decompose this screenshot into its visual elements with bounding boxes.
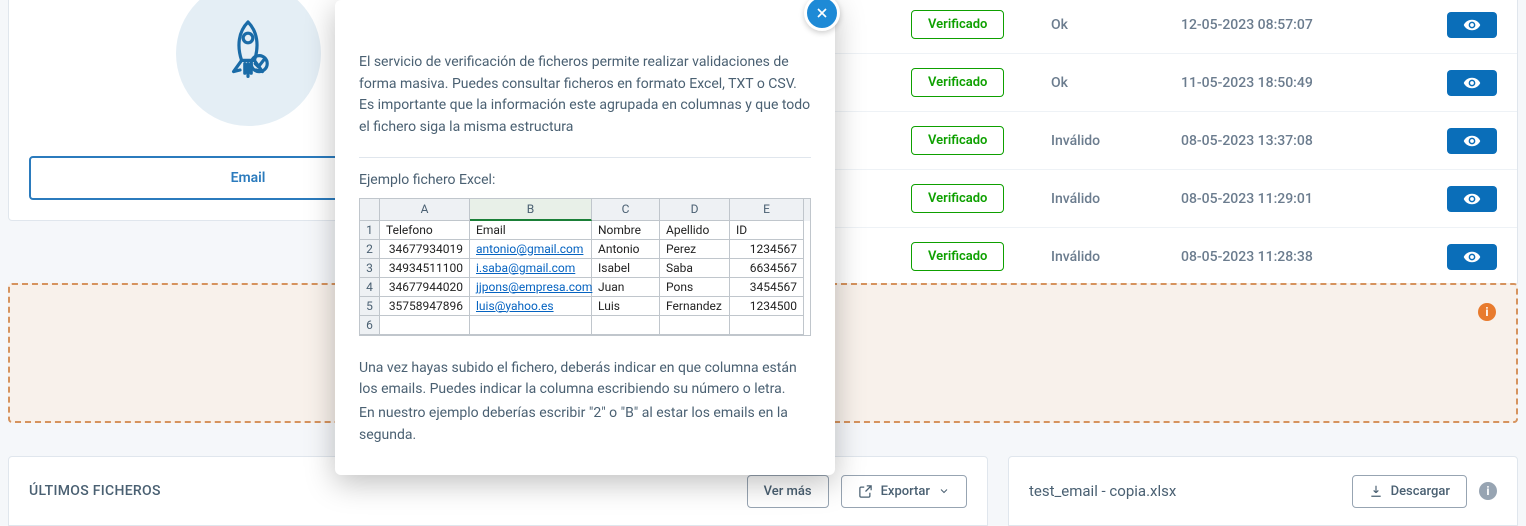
excel-cell-empty bbox=[730, 316, 804, 335]
excel-cell: jjpons@empresa.com bbox=[470, 278, 592, 297]
excel-cell: Apellido bbox=[660, 221, 730, 240]
excel-cell: Isabel bbox=[592, 259, 660, 278]
result-cell: Inválido bbox=[1051, 133, 1181, 149]
excel-cell: 1234500 bbox=[730, 297, 804, 316]
excel-col-header: D bbox=[660, 199, 730, 221]
close-icon bbox=[814, 5, 830, 21]
excel-row-num: 3 bbox=[360, 259, 380, 278]
excel-cell: 35758947896 bbox=[380, 297, 470, 316]
view-button[interactable] bbox=[1447, 186, 1497, 212]
excel-row-num: 6 bbox=[360, 316, 380, 335]
excel-cell: Antonio bbox=[592, 240, 660, 259]
excel-cell-empty bbox=[470, 316, 592, 335]
ver-mas-button[interactable]: Ver más bbox=[747, 475, 829, 508]
excel-row-num: 2 bbox=[360, 240, 380, 259]
view-button[interactable] bbox=[1447, 12, 1497, 38]
eye-icon bbox=[1463, 190, 1481, 208]
excel-cell: Nombre bbox=[592, 221, 660, 240]
status-badge: Verificado bbox=[911, 126, 1004, 155]
view-button[interactable] bbox=[1447, 70, 1497, 96]
descargar-button[interactable]: Descargar bbox=[1352, 475, 1467, 508]
info-icon-wrapper[interactable]: i bbox=[1478, 303, 1496, 321]
excel-cell: Perez bbox=[660, 240, 730, 259]
excel-cell: Email bbox=[470, 221, 592, 240]
excel-cell: Pons bbox=[660, 278, 730, 297]
section-title: ÚLTIMOS FICHEROS bbox=[29, 483, 161, 499]
close-button[interactable] bbox=[804, 0, 840, 31]
result-cell: Ok bbox=[1051, 75, 1181, 91]
info-icon[interactable]: i bbox=[1479, 482, 1497, 500]
view-button[interactable] bbox=[1447, 128, 1497, 154]
result-cell: Inválido bbox=[1051, 191, 1181, 207]
date-cell: 08-05-2023 13:37:08 bbox=[1181, 133, 1437, 149]
excel-corner bbox=[360, 199, 380, 221]
excel-cell-empty bbox=[380, 316, 470, 335]
file-card: test_email - copia.xlsx Descargar i bbox=[1008, 456, 1518, 526]
eye-icon bbox=[1463, 132, 1481, 150]
excel-cell-empty bbox=[660, 316, 730, 335]
excel-cell: Luis bbox=[592, 297, 660, 316]
exportar-button[interactable]: Exportar bbox=[841, 475, 967, 508]
excel-example: A B C D E 1 Telefono Email Nombre Apelli… bbox=[359, 198, 811, 336]
excel-cell: 34934511100 bbox=[380, 259, 470, 278]
excel-cell: i.saba@gmail.com bbox=[470, 259, 592, 278]
excel-cell: Juan bbox=[592, 278, 660, 297]
excel-cell: 1234567 bbox=[730, 240, 804, 259]
excel-row-num: 5 bbox=[360, 297, 380, 316]
date-cell: 08-05-2023 11:28:38 bbox=[1181, 249, 1437, 265]
excel-row-num: 1 bbox=[360, 221, 380, 240]
excel-cell: Telefono bbox=[380, 221, 470, 240]
eye-icon bbox=[1463, 248, 1481, 266]
excel-col-header: C bbox=[592, 199, 660, 221]
example-label: Ejemplo fichero Excel: bbox=[359, 172, 811, 188]
modal-paragraph-2: Una vez hayas subido el fichero, deberás… bbox=[359, 358, 811, 401]
file-name: test_email - copia.xlsx bbox=[1029, 482, 1176, 500]
excel-cell-empty bbox=[592, 316, 660, 335]
excel-row-num: 4 bbox=[360, 278, 380, 297]
status-badge: Verificado bbox=[911, 184, 1004, 213]
date-cell: 12-05-2023 08:57:07 bbox=[1181, 17, 1437, 33]
chevron-down-icon bbox=[938, 485, 950, 497]
excel-cell: Fernandez bbox=[660, 297, 730, 316]
excel-cell: luis@yahoo.es bbox=[470, 297, 592, 316]
rocket-illustration bbox=[176, 0, 321, 126]
modal-paragraph-3: En nuestro ejemplo deberías escribir "2"… bbox=[359, 403, 811, 446]
modal-paragraph-1: El servicio de verificación de ficheros … bbox=[359, 52, 811, 139]
share-icon bbox=[858, 484, 873, 499]
excel-col-header-selected: B bbox=[470, 199, 592, 221]
rocket-icon bbox=[208, 14, 288, 94]
excel-col-header: A bbox=[380, 199, 470, 221]
excel-col-header: E bbox=[730, 199, 804, 221]
result-cell: Ok bbox=[1051, 17, 1181, 33]
result-cell: Inválido bbox=[1051, 249, 1181, 265]
help-modal: El servicio de verificación de ficheros … bbox=[335, 0, 835, 475]
excel-cell: ID bbox=[730, 221, 804, 240]
eye-icon bbox=[1463, 74, 1481, 92]
info-icon: i bbox=[1478, 303, 1496, 321]
status-badge: Verificado bbox=[911, 68, 1004, 97]
excel-cell: 34677934019 bbox=[380, 240, 470, 259]
excel-cell: 34677944020 bbox=[380, 278, 470, 297]
view-button[interactable] bbox=[1447, 244, 1497, 270]
status-badge: Verificado bbox=[911, 10, 1004, 39]
date-cell: 08-05-2023 11:29:01 bbox=[1181, 191, 1437, 207]
divider bbox=[359, 157, 811, 158]
excel-cell: 6634567 bbox=[730, 259, 804, 278]
eye-icon bbox=[1463, 16, 1481, 34]
excel-cell: antonio@gmail.com bbox=[470, 240, 592, 259]
status-badge: Verificado bbox=[911, 242, 1004, 271]
excel-cell: Saba bbox=[660, 259, 730, 278]
date-cell: 11-05-2023 18:50:49 bbox=[1181, 75, 1437, 91]
download-icon bbox=[1369, 484, 1383, 498]
excel-cell: 3454567 bbox=[730, 278, 804, 297]
